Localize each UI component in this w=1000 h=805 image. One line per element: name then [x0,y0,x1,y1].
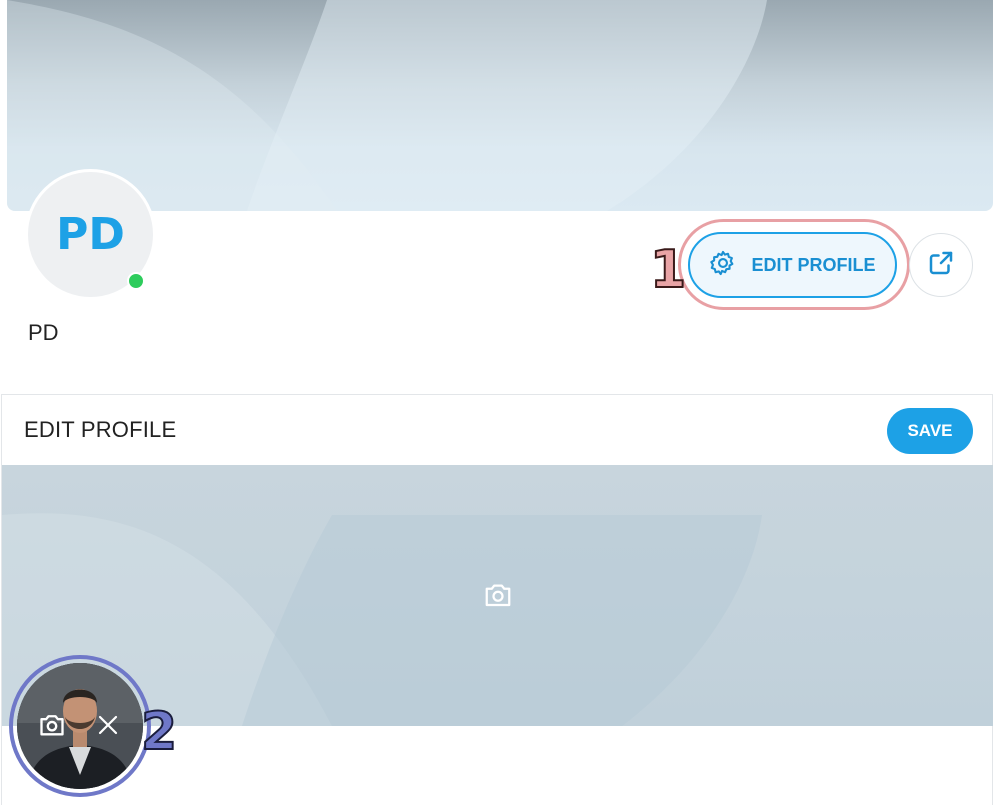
avatar-photo[interactable] [17,663,143,789]
edit-panel-header: EDIT PROFILE SAVE [2,395,992,465]
edit-profile-button[interactable]: EDIT PROFILE [688,232,897,298]
camera-icon[interactable] [38,713,66,742]
close-icon[interactable] [97,714,119,741]
cover-image-upload-area[interactable] [2,465,993,726]
avatar-initials: PD [56,209,125,260]
share-icon [926,248,956,283]
edit-panel-title: EDIT PROFILE [24,417,177,442]
profile-display-name: PD [28,320,59,345]
save-button[interactable]: SAVE [887,408,973,454]
online-status-dot [127,272,145,290]
profile-cover-image [7,0,993,211]
annotation-number-2: 2 [140,702,178,762]
edit-profile-label: EDIT PROFILE [751,254,876,275]
camera-icon[interactable] [483,582,513,613]
annotation-number-1: 1 [649,240,687,300]
gear-icon [709,249,737,282]
share-button[interactable] [909,233,973,297]
